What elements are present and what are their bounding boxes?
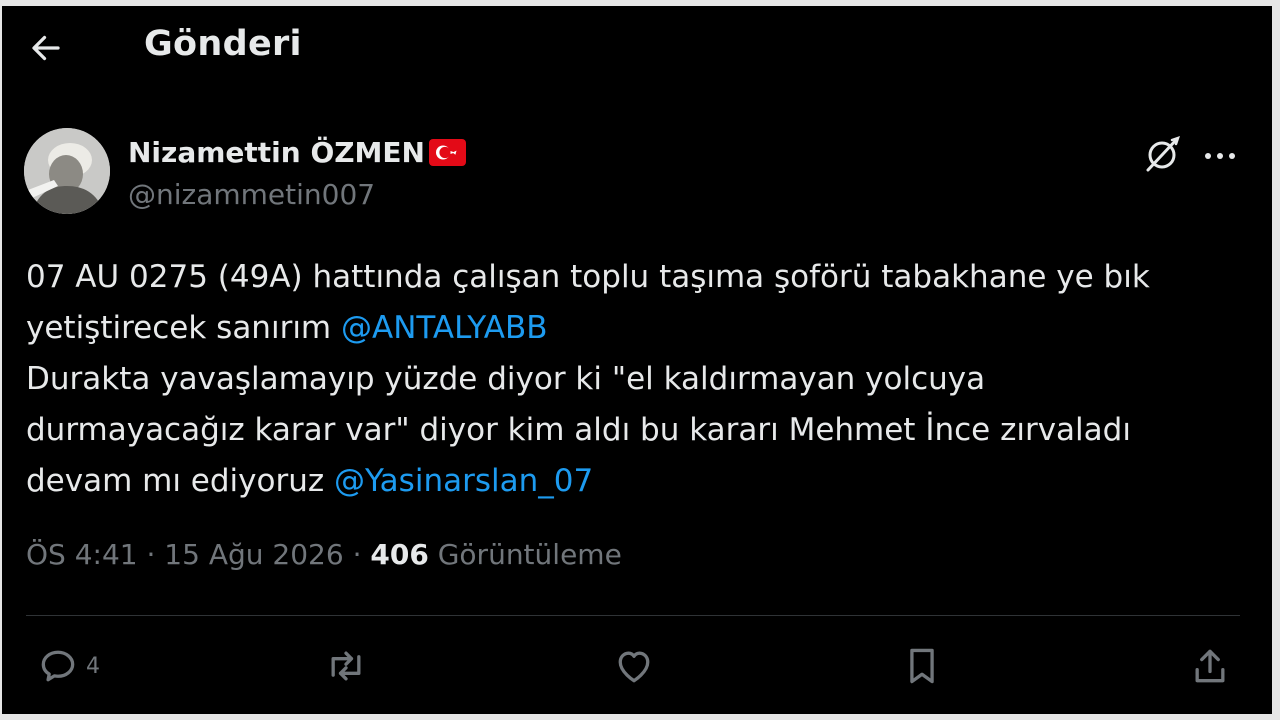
tweet-line: 07 AU 0275 (49A) hattında çalışan toplu …	[26, 259, 1150, 295]
more-options-button[interactable]	[1200, 134, 1240, 174]
author-display-name: Nizamettin ÖZMEN	[128, 136, 425, 169]
page-title: Gönderi	[144, 24, 302, 64]
tweet-line: yetiştirecek sanırım @ANTALYABB	[26, 303, 1256, 354]
reply-icon	[36, 644, 80, 688]
reply-count: 4	[86, 653, 100, 679]
more-horizontal-icon	[1200, 134, 1240, 174]
mention-link[interactable]: @Yasinarslan_07	[334, 463, 593, 499]
back-button[interactable]	[24, 26, 68, 70]
tweet-line: Durakta yavaşlamayıp yüzde diyor ki "el …	[26, 361, 986, 397]
tweet-line: durmayacağız karar var" diyor kim aldı b…	[26, 412, 1131, 448]
author-name[interactable]: Nizamettin ÖZMEN	[128, 136, 466, 169]
reply-button[interactable]: 4	[36, 636, 100, 696]
share-button[interactable]	[1188, 636, 1232, 696]
mention-link[interactable]: @ANTALYABB	[341, 310, 548, 346]
tweet-text: 07 AU 0275 (49A) hattında çalışan toplu …	[26, 252, 1256, 507]
meta-separator: ·	[343, 538, 371, 571]
avatar[interactable]	[24, 128, 110, 214]
action-bar: 4	[2, 636, 1272, 696]
heart-icon	[612, 644, 656, 688]
arrow-left-icon	[28, 30, 64, 66]
tweet-line-text: yetiştirecek sanırım	[26, 310, 341, 346]
like-button[interactable]	[612, 636, 656, 696]
repost-icon	[322, 644, 370, 688]
author-handle[interactable]: @nizammetin007	[128, 178, 375, 211]
bookmark-icon	[900, 644, 944, 688]
tweet-line-text: devam mı ediyoruz	[26, 463, 335, 499]
grok-button[interactable]	[1142, 134, 1182, 174]
tweet-line: devam mı ediyoruz @Yasinarslan_07	[26, 456, 1256, 507]
grok-icon	[1142, 134, 1182, 174]
tweet-date[interactable]: 15 Ağu 2026	[164, 538, 343, 571]
share-icon	[1188, 644, 1232, 688]
bookmark-button[interactable]	[900, 636, 944, 696]
tweet-time[interactable]: ÖS 4:41	[26, 538, 138, 571]
tweet-meta: ÖS 4:41 · 15 Ağu 2026 · 406 Görüntüleme	[26, 538, 622, 571]
turkey-flag-icon	[428, 139, 466, 166]
meta-separator: ·	[137, 538, 165, 571]
post-detail-view: Gönderi Nizamettin ÖZMEN @nizammetin007	[2, 6, 1272, 714]
divider	[26, 615, 1240, 616]
views-count[interactable]: 406	[370, 538, 428, 571]
views-label: Görüntüleme	[428, 538, 622, 571]
repost-button[interactable]	[322, 636, 370, 696]
top-bar: Gönderi	[2, 6, 1272, 86]
